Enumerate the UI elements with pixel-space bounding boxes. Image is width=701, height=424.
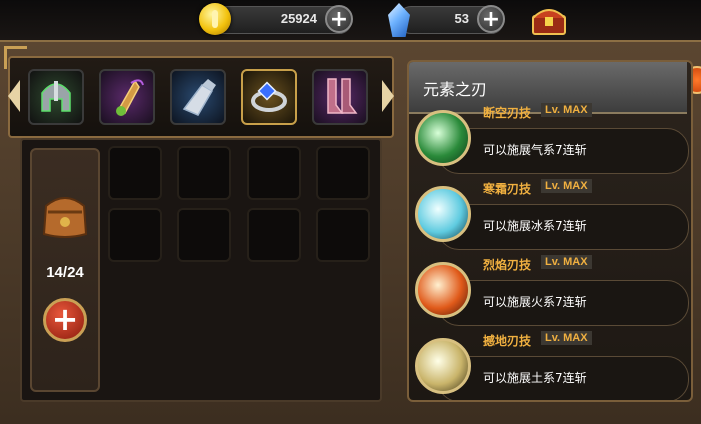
- ice-blade-skill-icon: [415, 186, 471, 242]
- fire-blade-skill-icon: [415, 262, 471, 318]
- inventory-count: 14/24: [46, 264, 84, 281]
- skill-description: 可以施展冰系7连斩: [483, 219, 587, 233]
- ring-icon: [251, 81, 287, 112]
- equip-slot-ring[interactable]: [241, 69, 297, 125]
- gold-coin-icon: [199, 3, 231, 35]
- gem-amount: 53: [454, 11, 469, 26]
- top-bar: 25924 + 53 +: [0, 0, 701, 40]
- amulet-icon: [116, 79, 144, 116]
- inventory-slot[interactable]: [177, 208, 231, 262]
- wind-blade-skill-icon: [415, 110, 471, 166]
- inventory-slot[interactable]: [316, 208, 370, 262]
- bag-panel: 14/24 +: [30, 148, 100, 392]
- equip-slot-boots[interactable]: [312, 69, 368, 125]
- skill-item[interactable]: 撼地刃技 Lv. MAX 可以施展土系7连斩: [415, 328, 689, 400]
- skill-panel: 元素之刃 断空刃技 Lv. MAX 可以施展气系7连斩 寒霜刃技 Lv. MAX…: [407, 60, 693, 402]
- add-gem-button[interactable]: +: [477, 5, 505, 33]
- skill-item[interactable]: 寒霜刃技 Lv. MAX 可以施展冰系7连斩: [415, 176, 689, 250]
- equipment-prev-arrow-icon[interactable]: [8, 80, 20, 112]
- earth-blade-skill-icon: [415, 338, 471, 394]
- skill-name: 撼地刃技: [483, 334, 532, 348]
- skill-name: 寒霜刃技: [483, 182, 532, 196]
- skill-level-badge: Lv. MAX: [541, 331, 592, 345]
- inventory-slot[interactable]: [177, 146, 231, 200]
- bag-icon: [42, 197, 88, 238]
- gem-counter: 53 +: [398, 5, 505, 34]
- boots-icon: [327, 78, 358, 114]
- equip-slot-amulet[interactable]: [99, 69, 155, 125]
- skill-name: 断空刃技: [483, 106, 532, 120]
- skill-panel-title: 元素之刃: [423, 80, 488, 99]
- gold-amount: 25924: [280, 11, 317, 26]
- equipment-next-arrow-icon[interactable]: [382, 80, 394, 112]
- inventory-panel: 14/24 +: [20, 138, 382, 402]
- skill-description: 可以施展火系7连斩: [483, 295, 587, 309]
- gold-counter: 25924 +: [210, 5, 353, 34]
- skill-item[interactable]: 断空刃技 Lv. MAX 可以施展气系7连斩: [415, 100, 689, 174]
- equip-slot-helmet[interactable]: [28, 69, 84, 125]
- equipment-row: [8, 56, 394, 138]
- inventory-slot[interactable]: [108, 208, 162, 262]
- inventory-slot[interactable]: [316, 146, 370, 200]
- add-gold-button[interactable]: +: [325, 5, 353, 33]
- skill-description: 可以施展土系7连斩: [483, 371, 587, 385]
- skill-level-badge: Lv. MAX: [541, 103, 592, 117]
- inventory-slot[interactable]: [247, 208, 301, 262]
- expand-inventory-button[interactable]: +: [43, 298, 87, 342]
- treasure-chest-icon[interactable]: [530, 4, 568, 36]
- skill-description: 可以施展气系7连斩: [483, 143, 587, 157]
- skill-name: 烈焰刃技: [483, 258, 532, 272]
- skill-level-badge: Lv. MAX: [541, 179, 592, 193]
- gauntlet-icon: [182, 79, 216, 116]
- equip-slot-gauntlet[interactable]: [170, 69, 226, 125]
- inventory-slot[interactable]: [108, 146, 162, 200]
- skill-level-badge: Lv. MAX: [541, 255, 592, 269]
- inventory-slot[interactable]: [247, 146, 301, 200]
- helmet-icon: [41, 81, 71, 112]
- skill-item[interactable]: 烈焰刃技 Lv. MAX 可以施展火系7连斩: [415, 252, 689, 326]
